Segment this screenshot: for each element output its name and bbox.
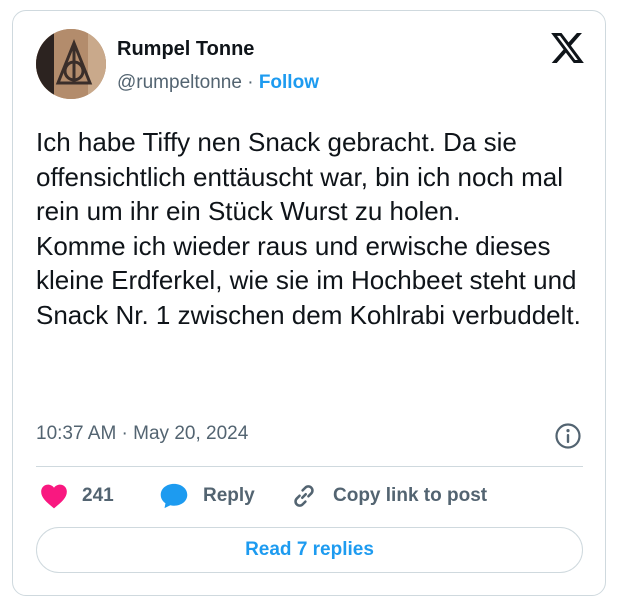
author-handle[interactable]: @rumpeltonne — [117, 72, 242, 93]
like-count: 241 — [82, 485, 114, 506]
x-logo-icon[interactable] — [551, 33, 584, 63]
copy-link-label: Copy link to post — [333, 485, 488, 506]
read-replies-button[interactable]: Read 7 replies — [36, 527, 583, 573]
read-replies-label: Read 7 replies — [245, 539, 374, 560]
copy-link-button[interactable]: Copy link to post — [289, 481, 487, 511]
divider — [36, 466, 583, 467]
reply-label: Reply — [203, 485, 255, 506]
tweet-text: Ich habe Tiffy nen Snack gebracht. Da si… — [36, 127, 581, 330]
separator-dot: · — [247, 72, 254, 93]
follow-button[interactable]: Follow — [259, 72, 319, 93]
speech-bubble-icon — [160, 483, 188, 509]
avatar-image — [36, 29, 106, 99]
avatar[interactable] — [36, 29, 106, 99]
tweet-card: Rumpel Tonne @rumpeltonne · Follow Ich h… — [12, 10, 606, 596]
tweet-timestamp[interactable]: 10:37 AM · May 20, 2024 — [36, 423, 248, 445]
link-icon — [294, 485, 314, 507]
like-button[interactable]: 241 — [40, 481, 114, 511]
author-handle-row: @rumpeltonne · Follow — [117, 72, 319, 94]
author-name[interactable]: Rumpel Tonne — [117, 38, 254, 61]
info-icon[interactable] — [554, 422, 582, 450]
reply-button[interactable]: Reply — [159, 481, 255, 511]
heart-icon — [41, 484, 67, 509]
